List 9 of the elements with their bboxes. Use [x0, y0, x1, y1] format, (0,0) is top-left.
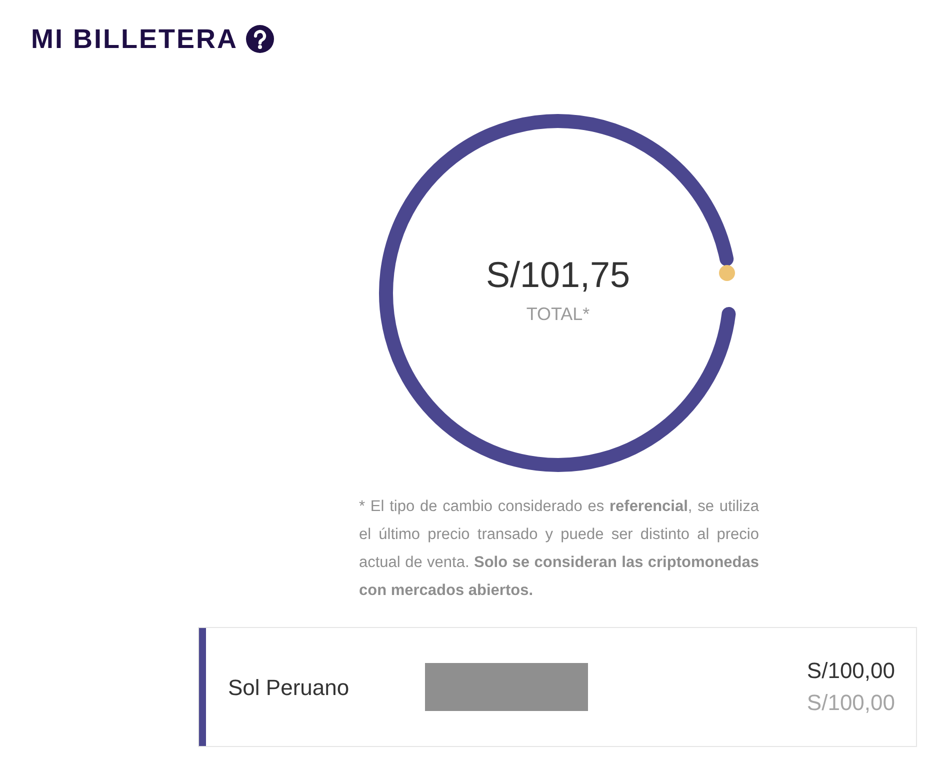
total-label: TOTAL* [526, 305, 590, 323]
total-amount: S/101,75 [486, 257, 630, 293]
page-title: MI BILLETERA [31, 26, 238, 52]
exchange-rate-note: * El tipo de cambio considerado es referencial, se utiliza el último precio transado y puede ser distinto al precio actual de venta. Solo se consideran las criptomonedas con mercados abiertos. [359, 497, 759, 601]
asset-value: S/100,00 [806, 657, 895, 685]
help-icon[interactable] [246, 25, 274, 53]
asset-name: Sol Peruano [228, 674, 350, 702]
asset-converted-value: S/100,00 [806, 689, 895, 717]
asset-row[interactable]: Sol Peruano S/100,00 S/100,00 [198, 627, 917, 747]
